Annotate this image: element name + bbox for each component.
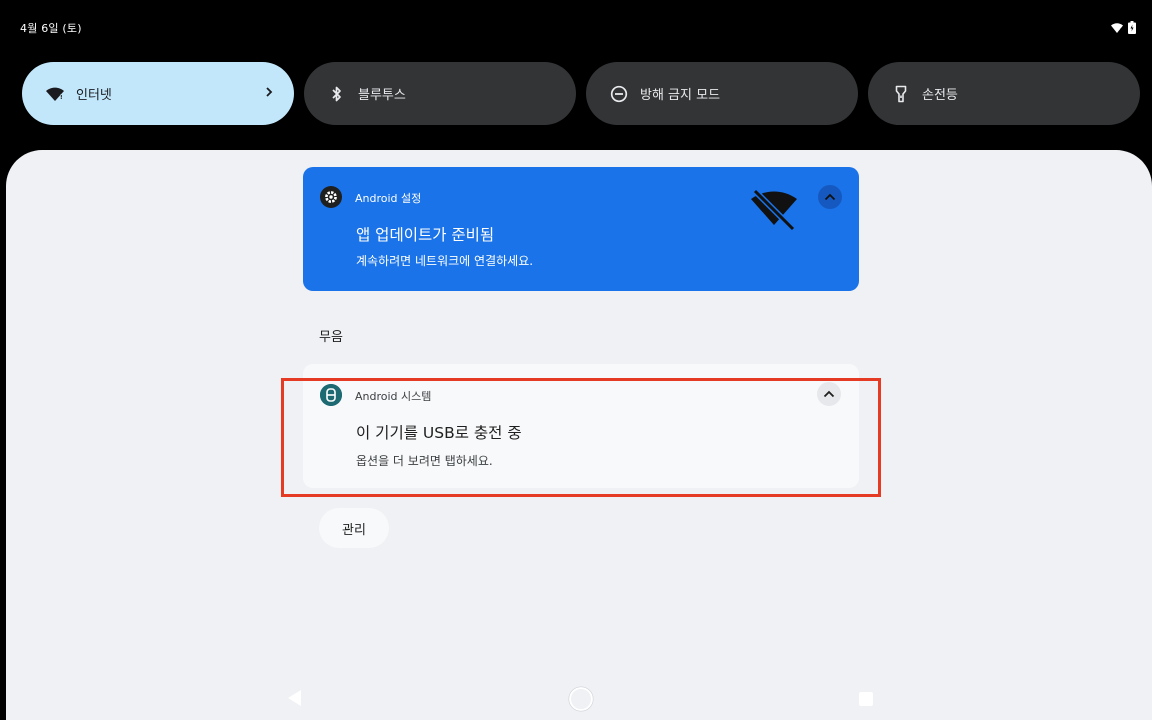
tile-flashlight[interactable]: 손전등 [868, 62, 1140, 125]
gear-icon [320, 186, 342, 208]
do-not-disturb-icon [608, 83, 630, 105]
usb-icon [320, 384, 342, 406]
tile-flashlight-label: 손전등 [922, 88, 958, 103]
tile-internet[interactable]: 인터넷 [22, 62, 294, 125]
quick-settings-tiles: 인터넷 블루투스 방해 금지 모드 손전등 [22, 62, 1140, 125]
wifi-icon [1110, 19, 1124, 38]
tile-do-not-disturb[interactable]: 방해 금지 모드 [586, 62, 858, 125]
usb-notification[interactable]: Android 시스템 이 기기를 USB로 충전 중 옵션을 더 보려면 탭하… [303, 364, 859, 488]
chevron-up-icon [823, 390, 835, 398]
flashlight-icon [890, 83, 912, 105]
chevron-right-icon [264, 83, 274, 105]
back-icon[interactable] [287, 689, 303, 711]
notification-text: 계속하려면 네트워크에 연결하세요. [356, 254, 534, 268]
silent-section-label: 무음 [319, 330, 343, 345]
notification-title: 앱 업데이트가 준비됨 [356, 226, 495, 244]
tile-do-not-disturb-label: 방해 금지 모드 [640, 88, 721, 103]
collapse-button[interactable] [817, 382, 841, 406]
recents-icon[interactable] [858, 691, 874, 711]
collapse-button[interactable] [818, 185, 842, 209]
update-notification[interactable]: Android 설정 앱 업데이트가 준비됨 계속하려면 네트워크에 연결하세요… [303, 167, 859, 291]
tile-internet-label: 인터넷 [76, 88, 112, 103]
tile-bluetooth[interactable]: 블루투스 [304, 62, 576, 125]
wifi-off-icon [749, 185, 799, 237]
manage-button[interactable]: 관리 [319, 508, 389, 548]
wifi-icon [44, 83, 66, 105]
bluetooth-icon [326, 83, 348, 105]
notification-app-name: Android 시스템 [355, 390, 432, 403]
notification-app-name: Android 설정 [355, 192, 422, 205]
battery-icon [1128, 19, 1136, 38]
status-icons [1110, 19, 1136, 38]
notification-title: 이 기기를 USB로 충전 중 [356, 424, 522, 442]
status-bar: 4월 6일 (토) [0, 0, 1152, 56]
status-date: 4월 6일 (토) [20, 22, 82, 35]
chevron-up-icon [824, 193, 836, 201]
tile-bluetooth-label: 블루투스 [358, 88, 406, 103]
home-icon[interactable] [568, 686, 594, 716]
notification-text: 옵션을 더 보려면 탭하세요. [356, 454, 493, 468]
